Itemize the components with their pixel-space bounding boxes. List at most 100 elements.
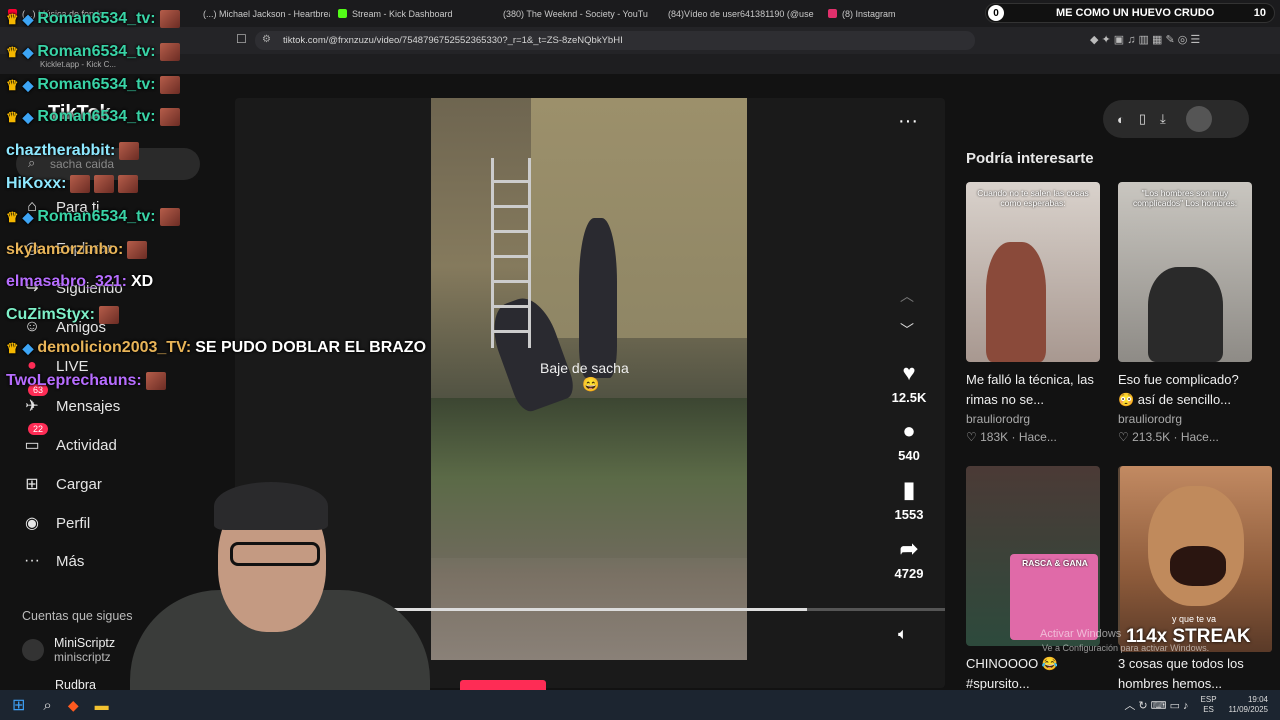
thumbnail-text: y que te va — [1172, 614, 1217, 624]
recommendation-card[interactable]: "Los hombres son muy complicados" Los ho… — [1118, 182, 1252, 444]
device-icon[interactable]: ▯ — [1139, 111, 1146, 127]
chat-username: HiKoxx: — [6, 175, 67, 192]
windows-taskbar: ⊞ ⌕ ◆ ▬ ︿ ↻ ⌨ ▭ ♪ ESP ES 19:04 11/09/2025 — [0, 690, 1280, 720]
crown-badge-icon: ♛ — [6, 76, 19, 93]
sidebar-item-label: Mensajes — [56, 397, 121, 415]
browser-tab[interactable]: (380) The Weeknd - Society - YouTu — [490, 0, 655, 27]
recommendation-title: 3 cosas que todos los hombres hemos... — [1118, 656, 1244, 691]
crown-badge-icon: ♛ — [6, 43, 19, 60]
browser-tab[interactable]: (...) Michael Jackson - Heartbreak — [190, 0, 330, 27]
coin-icon[interactable]: ◐ — [1117, 112, 1125, 127]
alert-banner: 0 ME COMO UN HUEVO CRUDO 10 — [985, 3, 1275, 23]
diamond-badge-icon: ◆ — [22, 108, 34, 125]
tab-label: (380) The Weeknd - Society - YouTu — [503, 8, 648, 19]
chat-emote-icon — [159, 208, 180, 226]
url-field[interactable]: tiktok.com/@frxnzuzu/video/7548796752552… — [255, 31, 975, 50]
following-account[interactable]: MiniScriptz miniscriptz — [22, 636, 115, 664]
chat-username: chaztherabbit: — [6, 142, 116, 159]
recommendations-title: Podría interesarte — [966, 150, 1094, 167]
chat-username: skylamorzinho: — [6, 241, 124, 258]
more-options-icon[interactable]: ··· — [898, 110, 918, 133]
video-figure — [579, 218, 617, 378]
comment-button[interactable]: ● 540 — [888, 418, 930, 463]
chat-message: CuZimStyx: — [6, 306, 119, 324]
chat-message: skylamorzinho: — [6, 241, 148, 259]
screen: (...) Música de fondo... (...) Michael J… — [0, 0, 1280, 720]
bookmark-button[interactable]: ▮ 1553 — [888, 477, 930, 522]
crown-badge-icon: ♛ — [6, 108, 19, 125]
folder-icon[interactable]: ▬ — [95, 697, 109, 713]
clock-time: 19:04 — [1247, 695, 1268, 704]
crown-badge-icon: ♛ — [6, 339, 19, 356]
clock[interactable]: 19:04 11/09/2025 — [1229, 695, 1268, 715]
extensions-icon[interactable]: ◆ ✦ ▣ ♫ ▥ ▦ ✎ ◎ ☰ — [1090, 33, 1200, 46]
sidebar-item-actividad[interactable]: ▭ 22 Actividad — [22, 423, 117, 455]
recommendation-stats: ♡ 183K · Hace... — [966, 430, 1057, 444]
post-time: Hace... — [1180, 430, 1219, 444]
tray-icons[interactable]: ︿ ↻ ⌨ ▭ ♪ — [1124, 697, 1188, 713]
account-name: MiniScriptz — [54, 636, 116, 650]
recommendation-title: Eso fue complicado? 😳 así de sencillo... — [1118, 372, 1239, 407]
chat-message: HiKoxx: — [6, 175, 139, 193]
heart-icon: ♥ — [902, 360, 916, 385]
video-progress-bar[interactable] — [345, 608, 945, 611]
language-region: ES — [1203, 705, 1214, 714]
chat-username: Roman6534_tv: — [37, 10, 156, 27]
chat-emote-icon — [70, 175, 91, 193]
header-actions: ◐ ▯ ⤓ — [1103, 100, 1249, 138]
volume-icon[interactable]: 🔈︎ — [898, 626, 908, 644]
chat-emote-icon — [159, 43, 180, 61]
bookmark-icon[interactable]: ☐ — [236, 32, 247, 46]
browser-tab[interactable]: Stream - Kick Dashboard — [330, 0, 490, 27]
get-app-button[interactable] — [460, 680, 546, 690]
diamond-badge-icon: ◆ — [22, 339, 34, 356]
kick-icon — [338, 9, 347, 18]
windows-start-icon[interactable]: ⊞ — [12, 695, 25, 715]
recommendation-thumbnail: Cuando no te salen las cosas como espera… — [966, 182, 1100, 362]
video-scene-ground — [431, 398, 747, 558]
bookmarks-bar: Kicklet.app - Kick C... — [0, 54, 1280, 74]
avatar[interactable] — [1185, 106, 1212, 132]
sidebar-item-mensajes[interactable]: ✈ 63 Mensajes — [22, 384, 121, 416]
tab-label: (84)Vídeo de user641381190 (@use — [668, 8, 814, 19]
recommendation-title: CHINOOOO 😂 #spursito... — [966, 656, 1059, 691]
tab-label: Stream - Kick Dashboard — [352, 8, 453, 19]
recommendation-card[interactable]: Cuando no te salen las cosas como espera… — [966, 182, 1100, 444]
recommendation-thumbnail: "Los hombres son muy complicados" Los ho… — [1118, 182, 1252, 362]
thumbnail-figure — [1148, 267, 1223, 362]
browser-tab-active[interactable]: (84)Vídeo de user641381190 (@use — [655, 0, 820, 27]
chat-emote-icon — [127, 241, 148, 259]
chat-emote-icon — [98, 306, 119, 324]
chat-username: Roman6534_tv: — [37, 208, 156, 225]
sidebar-item-mas[interactable]: ··· Más — [22, 552, 84, 570]
watermark-title: Activar Windows — [1040, 628, 1122, 640]
search-icon[interactable]: ⌕ — [43, 697, 51, 714]
like-button[interactable]: ♥ 12.5K — [888, 360, 930, 405]
profile-icon: ◉ — [25, 515, 39, 532]
chat-username: Roman6534_tv: — [37, 76, 156, 93]
view-count: 213.5K — [1132, 430, 1171, 444]
download-icon[interactable]: ⤓ — [1160, 111, 1166, 127]
diamond-badge-icon: ◆ — [22, 76, 34, 93]
chat-message: chaztherabbit: — [6, 142, 140, 160]
language-indicator[interactable]: ESP ES — [1201, 695, 1217, 715]
chevron-down-icon[interactable]: ﹀ — [900, 320, 914, 340]
chat-username: demolicion2003_TV: — [37, 339, 192, 356]
upload-icon: ⊞ — [25, 476, 39, 493]
streak-mouth — [1170, 546, 1226, 586]
chat-text: XD — [130, 273, 154, 290]
recommendation-thumbnail: RASCA & GANA — [966, 466, 1100, 646]
chevron-up-icon[interactable]: ︿ — [900, 286, 914, 306]
sidebar-item-label: Perfil — [56, 514, 91, 532]
site-settings-icon[interactable]: ⚙ — [262, 34, 271, 45]
browser-tab[interactable]: (8) Instagram — [820, 0, 970, 27]
brave-icon[interactable]: ◆ — [68, 697, 79, 714]
video-ladder — [491, 158, 531, 348]
recommendation-card[interactable]: RASCA & GANA CHINOOOO 😂 #spursito... — [966, 466, 1100, 694]
share-button[interactable]: ➦ 4729 — [888, 536, 930, 581]
chat-username: CuZimStyx: — [6, 306, 95, 323]
share-count: 4729 — [894, 566, 924, 581]
sidebar-item-perfil[interactable]: ◉ Perfil — [22, 513, 90, 533]
sidebar-item-cargar[interactable]: ⊞ Cargar — [22, 474, 102, 494]
caption-text: Baje de sacha — [540, 360, 629, 376]
